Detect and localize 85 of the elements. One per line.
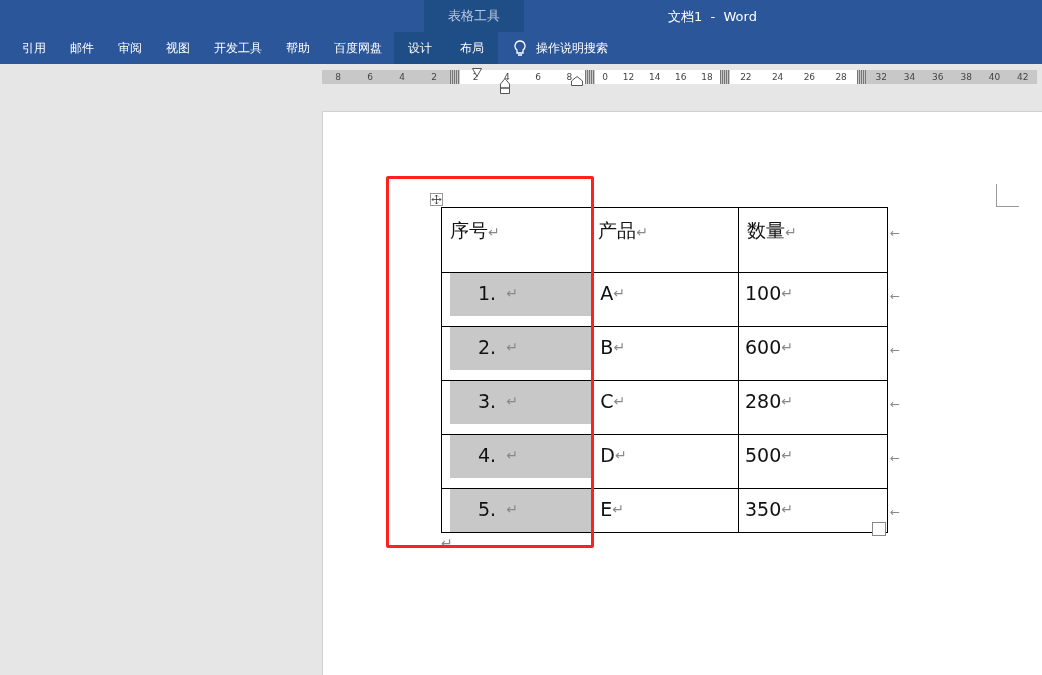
ruler-number: 8: [566, 72, 573, 82]
paragraph-mark: ↵: [612, 501, 625, 519]
ruler-number: 6: [367, 72, 373, 82]
ruler-number: 18: [701, 72, 713, 82]
paragraph-mark: ↵: [506, 447, 518, 465]
table-cell: 1. ↵: [441, 272, 594, 327]
ruler-number: 6: [535, 72, 541, 82]
ribbon-tab[interactable]: 帮助: [274, 32, 322, 64]
table-cell: 2. ↵: [441, 326, 594, 381]
paragraph-mark: ↵: [506, 393, 518, 411]
row-end-mark: ←: [889, 225, 900, 240]
row-end-mark: ←: [889, 288, 900, 303]
row-end-mark: ←: [889, 342, 900, 357]
ruler-number: 14: [648, 72, 661, 82]
table-cell: 280↵: [738, 380, 888, 435]
paragraph-mark: ↵: [613, 285, 626, 303]
ruler-number: 42: [1017, 72, 1029, 82]
ribbon-tab[interactable]: 邮件: [58, 32, 106, 64]
context-group-label: 表格工具: [424, 0, 524, 32]
ruler-number: 34: [903, 72, 916, 82]
margin-corner-icon: [996, 184, 1019, 207]
row-end-mark: ←: [889, 504, 900, 519]
table-move-handle-icon[interactable]: [430, 193, 443, 206]
ribbon-tab[interactable]: 百度网盘: [322, 32, 394, 64]
paragraph-mark: ↵: [613, 393, 626, 411]
ribbon-tab[interactable]: 视图: [154, 32, 202, 64]
ruler-number: 0: [602, 72, 609, 82]
ribbon-tab[interactable]: 审阅: [106, 32, 154, 64]
paragraph-mark: ↵: [614, 447, 627, 465]
paragraph-mark: ↵: [785, 224, 797, 240]
ruler-number: 4: [399, 72, 405, 82]
paragraph-mark: ↵: [506, 285, 518, 303]
hanging-indent-icon[interactable]: [500, 78, 510, 94]
table-cell: D↵: [593, 434, 739, 489]
table-cell: B↵: [593, 326, 739, 381]
ruler-number: 12: [622, 72, 635, 82]
table-cell: 4. ↵: [441, 434, 594, 489]
table-header-cell: 数量↵: [738, 207, 888, 273]
ruler-number: 4: [504, 72, 510, 82]
ruler-number: 24: [771, 72, 784, 82]
ruler-number: 28: [835, 72, 847, 82]
ribbon-tab[interactable]: 设计: [394, 32, 446, 64]
row-end-mark: ←: [889, 450, 900, 465]
lightbulb-icon: [514, 39, 526, 57]
table-cell: 3. ↵: [441, 380, 594, 435]
window-title: 文档1 - Word: [668, 8, 757, 26]
table-cell: E↵: [593, 488, 739, 533]
table-cell: 100↵: [738, 272, 888, 327]
table-cell: A↵: [593, 272, 739, 327]
paragraph-mark: ↵: [781, 447, 794, 465]
table-cell: 5. ↵: [441, 488, 594, 533]
paragraph-mark: ↵: [781, 501, 794, 519]
column-marker-icon[interactable]: [585, 70, 595, 84]
column-marker-icon[interactable]: [450, 70, 460, 84]
ruler-number: 32: [875, 72, 887, 82]
ruler-number: 26: [803, 72, 816, 82]
ribbon-tab[interactable]: 布局: [446, 32, 498, 64]
column-marker-icon[interactable]: [720, 70, 730, 84]
paragraph-mark: ↵: [781, 339, 794, 357]
ruler-number: 38: [960, 72, 972, 82]
paragraph-mark: ↵: [506, 339, 518, 357]
tell-me-search[interactable]: 操作说明搜索: [498, 32, 608, 64]
column-marker-icon[interactable]: [857, 70, 867, 84]
ruler-number: 40: [988, 72, 1001, 82]
search-label: 操作说明搜索: [536, 39, 608, 57]
ruler-number: 8: [335, 72, 341, 82]
ribbon-tab[interactable]: 引用: [10, 32, 58, 64]
paragraph-mark: ↵: [488, 224, 500, 240]
ribbon-tab[interactable]: 开发工具: [202, 32, 274, 64]
paragraph-mark: ↵: [781, 285, 794, 303]
paragraph-mark: ↵: [506, 501, 518, 519]
table-resize-handle-icon[interactable]: [872, 522, 886, 536]
row-end-mark: ←: [889, 396, 900, 411]
ruler-number: 22: [740, 72, 752, 82]
paragraph-mark: ↵: [781, 393, 794, 411]
ruler-number: 2: [431, 72, 437, 82]
table-cell: 600↵: [738, 326, 888, 381]
table-cell: 500↵: [738, 434, 888, 489]
ruler-number: 16: [675, 72, 687, 82]
table-cell: C↵: [593, 380, 739, 435]
paragraph-mark: ↵: [636, 224, 649, 240]
right-indent-icon[interactable]: [571, 76, 583, 86]
ruler-number: 36: [932, 72, 944, 82]
table-header-cell: 产品↵: [593, 207, 739, 273]
paragraph-mark: ↵: [613, 339, 626, 357]
